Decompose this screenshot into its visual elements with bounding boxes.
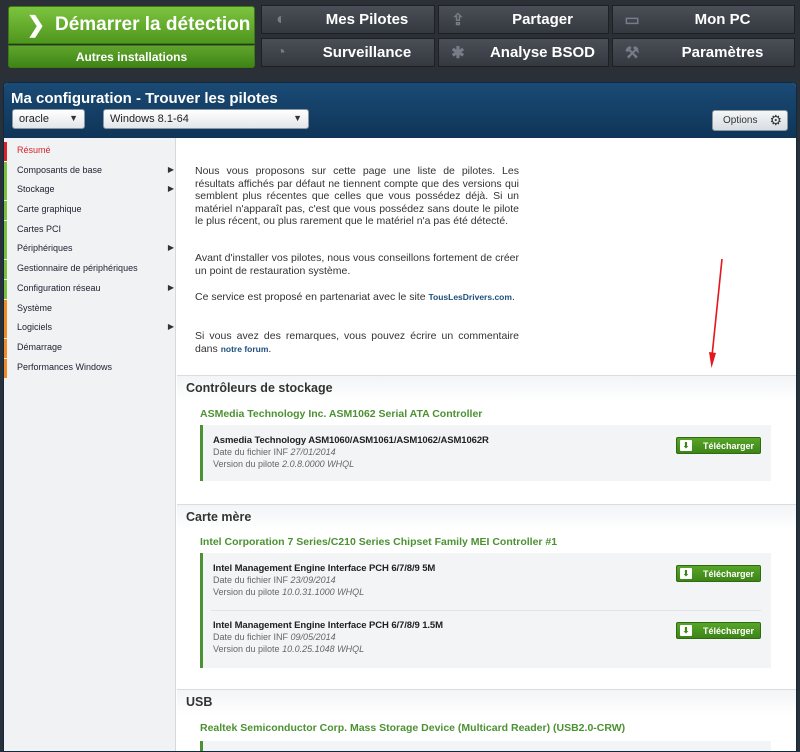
annotation-arrow	[709, 258, 723, 368]
